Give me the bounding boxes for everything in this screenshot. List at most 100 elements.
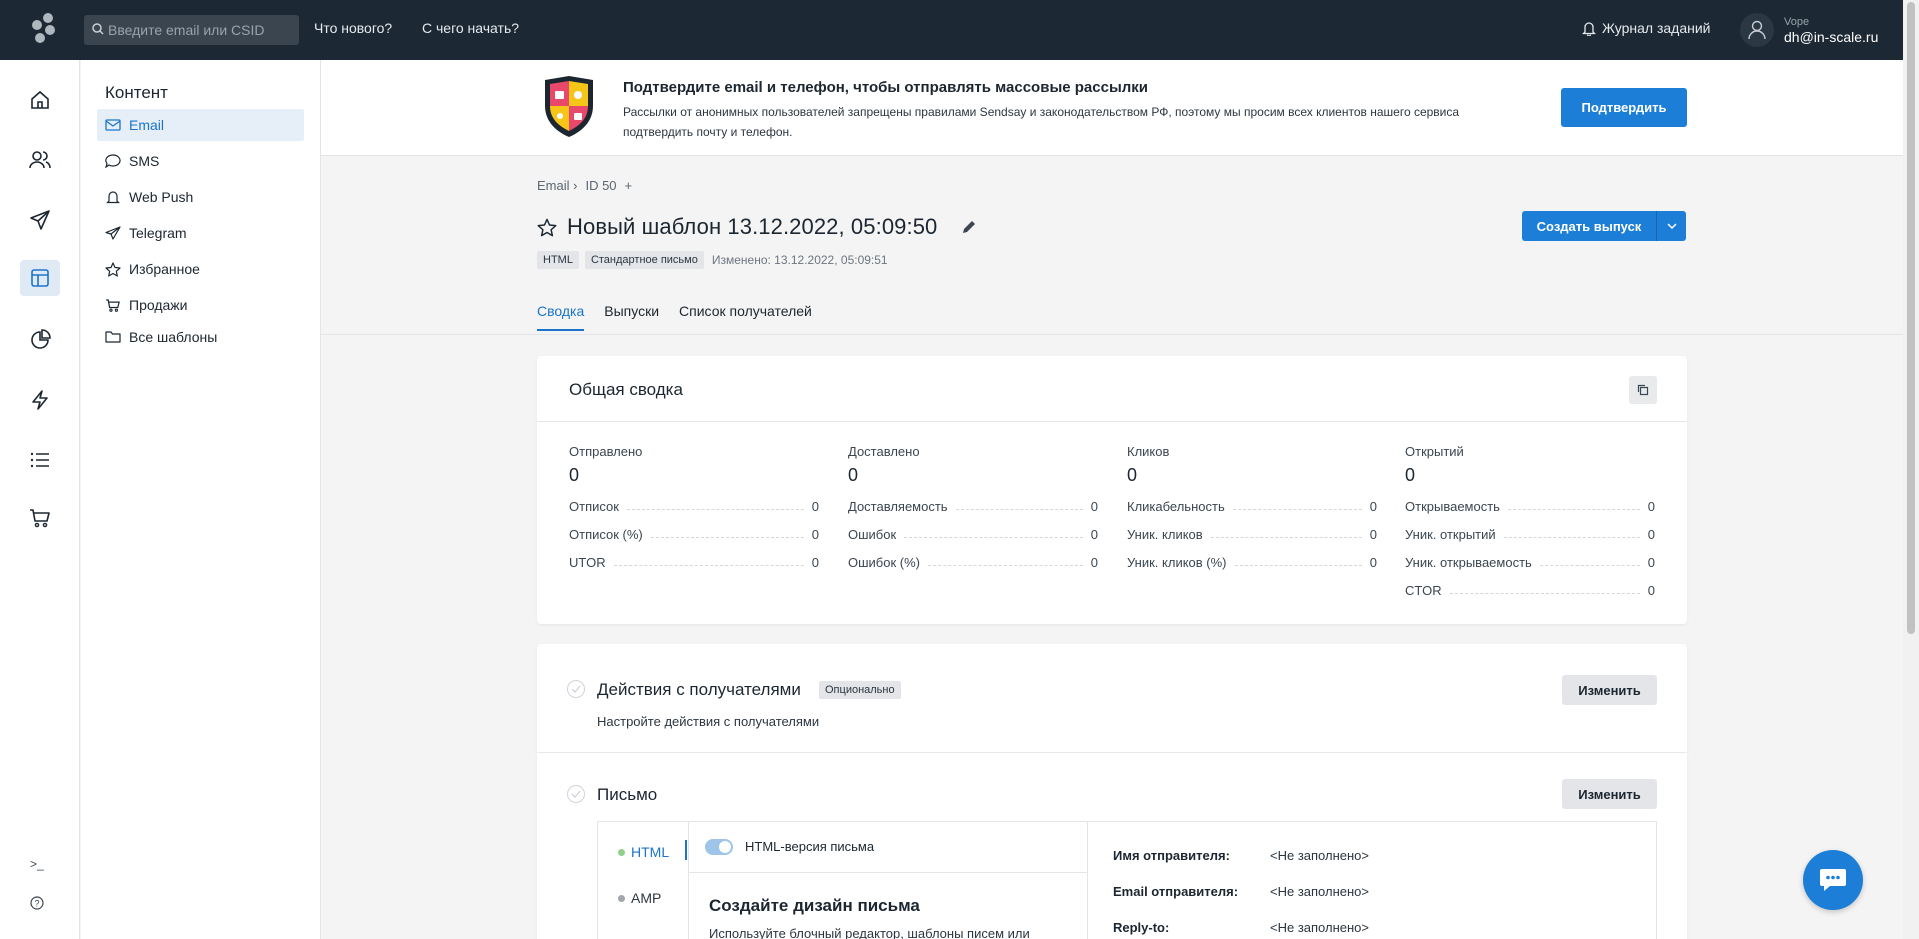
toggle-label: HTML-версия письма [745,839,875,854]
submenu-item-email[interactable]: Email [97,109,304,141]
jobs-log-link[interactable]: Журнал заданий [1582,20,1711,36]
chat-bubble-icon [105,154,121,168]
version-amp[interactable]: AMP [618,890,661,906]
user-icon [1748,20,1766,40]
submenu-item-label: Все шаблоны [129,329,218,345]
breadcrumb: Email › ID 50 + [537,178,632,193]
edit-letter-button[interactable]: Изменить [1562,779,1657,809]
meta-sender-name: Имя отправителя: <Не заполнено> [1113,848,1369,863]
submenu-item-label: Web Push [129,189,194,205]
submenu-item-label: SMS [129,153,160,169]
help-icon[interactable]: ? [30,896,44,913]
rail-analytics[interactable] [20,322,60,358]
users-icon [29,151,51,169]
cart-icon [106,298,120,312]
html-version-toggle[interactable] [705,839,733,855]
status-dot [618,848,625,856]
submenu-item-sms[interactable]: SMS [97,145,304,177]
stat-value: 0 [1405,465,1416,485]
tag-type: Стандартное письмо [584,251,704,269]
rail-campaigns[interactable] [20,202,60,238]
stat-column-opens: Открытий 0 Открываемость 0 Уник. открытий… [1405,444,1655,598]
breadcrumb-add[interactable]: + [625,178,633,193]
submenu-item-favorites[interactable]: Избранное [97,253,304,285]
search-box[interactable] [84,15,299,45]
stat-row: Отписок (%) 0 [569,527,819,542]
create-release-button[interactable]: Создать выпуск [1522,211,1656,241]
submenu-item-sales[interactable]: Продажи [97,289,304,321]
summary-card: Общая сводка Отправлено 0 Отписок 0 Отпис… [537,356,1687,624]
rail-contacts[interactable] [20,142,60,178]
user-email: dh@in-scale.ru [1784,28,1879,45]
section-title: Письмо [597,785,658,804]
breadcrumb-id[interactable]: ID 50 [585,178,616,193]
stat-label: Кликов [1127,444,1170,459]
copy-button[interactable] [1629,376,1657,404]
confirm-button[interactable]: Подтвердить [1561,88,1687,127]
page-title: Новый шаблон 13.12.2022, 05:09:50 [567,214,938,239]
stat-row: CTOR 0 [1405,583,1655,598]
stat-row: Отписок 0 [569,499,819,514]
stat-column-sent: Отправлено 0 Отписок 0 Отписок (%) 0 UTOR 0 [569,444,819,570]
summary-title: Общая сводка [569,380,683,399]
stat-value: 0 [569,465,580,485]
rail-home[interactable] [20,82,60,118]
letter-card: Письмо Изменить HTML AMP HTML-версия пис… [537,753,1687,939]
stat-row: Кликабельность 0 [1127,499,1377,514]
getting-started-link[interactable]: С чего начать? [422,20,519,36]
optional-badge: Опционально [819,681,901,699]
folder-icon [105,331,121,343]
design-title: Создайте дизайн письма [709,896,920,915]
tabs-divider [321,334,1903,335]
top-bar: Что нового? С чего начать? Журнал задани… [0,0,1919,60]
search-input[interactable] [108,15,293,45]
user-menu[interactable]: Vope dh@in-scale.ru [1740,12,1878,48]
whats-new-link[interactable]: Что нового? [314,20,392,36]
stat-row: Ошибок (%) 0 [848,555,1098,570]
home-icon [31,90,49,109]
cart-icon [30,509,50,528]
stat-row: UTOR 0 [569,555,819,570]
tab-releases[interactable]: Выпуски [604,303,659,331]
title-row: Новый шаблон 13.12.2022, 05:09:50 [537,214,977,240]
stat-row: Открываемость 0 [1405,499,1655,514]
submenu-item-label: Email [129,117,165,133]
scrollbar[interactable] [1903,0,1919,939]
stat-row: Уник. кликов (%) 0 [1127,555,1377,570]
logo-icon[interactable] [28,12,60,46]
rail-sales[interactable] [20,500,60,536]
rail-automation[interactable] [20,382,60,418]
submenu-item-webpush[interactable]: Web Push [97,181,304,213]
section-description: Настройте действия с получателями [597,714,820,729]
create-release-group: Создать выпуск [1522,211,1686,241]
edit-actions-button[interactable]: Изменить [1562,675,1657,705]
stat-value: 0 [848,465,859,485]
tab-recipients[interactable]: Список получателей [679,303,812,331]
stat-row: Уник. кликов 0 [1127,527,1377,542]
banner-title: Подтвердите email и телефон, чтобы отпра… [623,79,1149,96]
tag-row: HTML Стандартное письмо Изменено: 13.12.… [537,251,888,269]
pie-chart-icon [31,329,51,349]
create-release-dropdown[interactable] [1656,211,1686,241]
rail-content[interactable] [20,260,60,296]
submenu-item-label: Telegram [129,225,187,241]
letter-preview: HTML AMP HTML-версия письма Создайте диз… [597,821,1657,939]
verify-banner: Подтвердите email и телефон, чтобы отпра… [321,60,1903,156]
scrollbar-thumb[interactable] [1907,2,1915,634]
section-title: Действия с получателями [597,680,801,699]
avatar [1740,13,1774,47]
pencil-icon[interactable] [961,219,977,235]
search-icon [92,23,104,35]
list-icon [30,452,49,468]
submenu-item-all-templates[interactable]: Все шаблоны [97,321,304,353]
chat-button[interactable] [1803,850,1863,910]
submenu-item-telegram[interactable]: Telegram [97,217,304,249]
rail-lists[interactable] [20,442,60,478]
breadcrumb-email[interactable]: Email › [537,178,577,193]
tab-summary[interactable]: Сводка [537,303,585,331]
star-icon[interactable] [537,218,557,237]
terminal-icon[interactable]: >_ [30,857,44,871]
jobs-log-label: Журнал заданий [1602,20,1711,36]
check-icon [567,785,585,803]
version-html[interactable]: HTML [618,844,669,860]
